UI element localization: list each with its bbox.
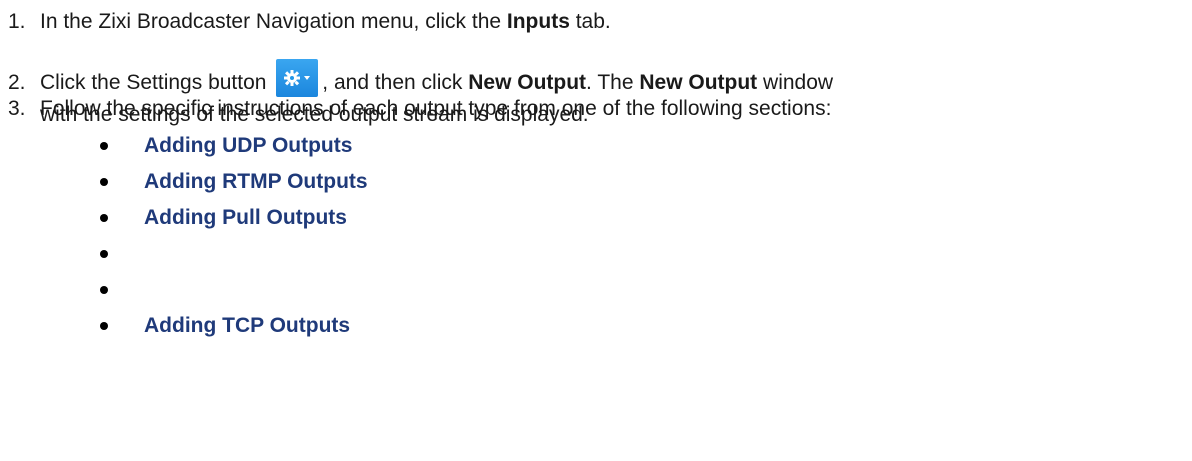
bullet-icon [100,178,108,186]
step-text: , and then click [322,71,469,94]
caret-down-icon [304,76,311,80]
step-text: Follow the specific instructions of each… [40,97,832,120]
new-output-window-label: New Output [639,71,758,94]
step-text: . The [586,71,640,94]
settings-button[interactable] [276,59,319,97]
list-item: Adding Pull Outputs [100,200,368,236]
step-text-end: tab. [569,10,611,33]
list-item: Adding TCP Outputs [100,308,368,344]
step-1: 1. In the Zixi Broadcaster Navigation men… [8,6,611,38]
step-text: window [757,71,834,94]
step-number: 3. [8,97,26,120]
step-number: 1. [8,10,26,33]
section-link-pull[interactable]: Adding Pull Outputs [144,206,347,229]
step-text: In the Zixi Broadcaster Navigation menu,… [40,10,507,33]
list-item [100,236,368,272]
bullet-icon [100,214,108,222]
step-3: 3. Follow the specific instructions of ea… [8,93,831,125]
list-item: Adding RTMP Outputs [100,164,368,200]
bullet-icon [100,142,108,150]
list-item [100,272,368,308]
section-link-udp[interactable]: Adding UDP Outputs [144,134,352,157]
list-item: Adding UDP Outputs [100,128,368,164]
gear-icon [284,70,311,86]
bullet-icon [100,286,108,294]
bullet-icon [100,250,108,258]
section-link-rtmp[interactable]: Adding RTMP Outputs [144,170,368,193]
bullet-icon [100,322,108,330]
inputs-tab-label: Inputs [506,10,570,33]
step-text: Click the Settings button [40,71,273,94]
section-list: Adding UDP Outputs Adding RTMP Outputs A… [100,128,368,344]
new-output-label: New Output [468,71,587,94]
section-link-tcp[interactable]: Adding TCP Outputs [144,314,350,337]
